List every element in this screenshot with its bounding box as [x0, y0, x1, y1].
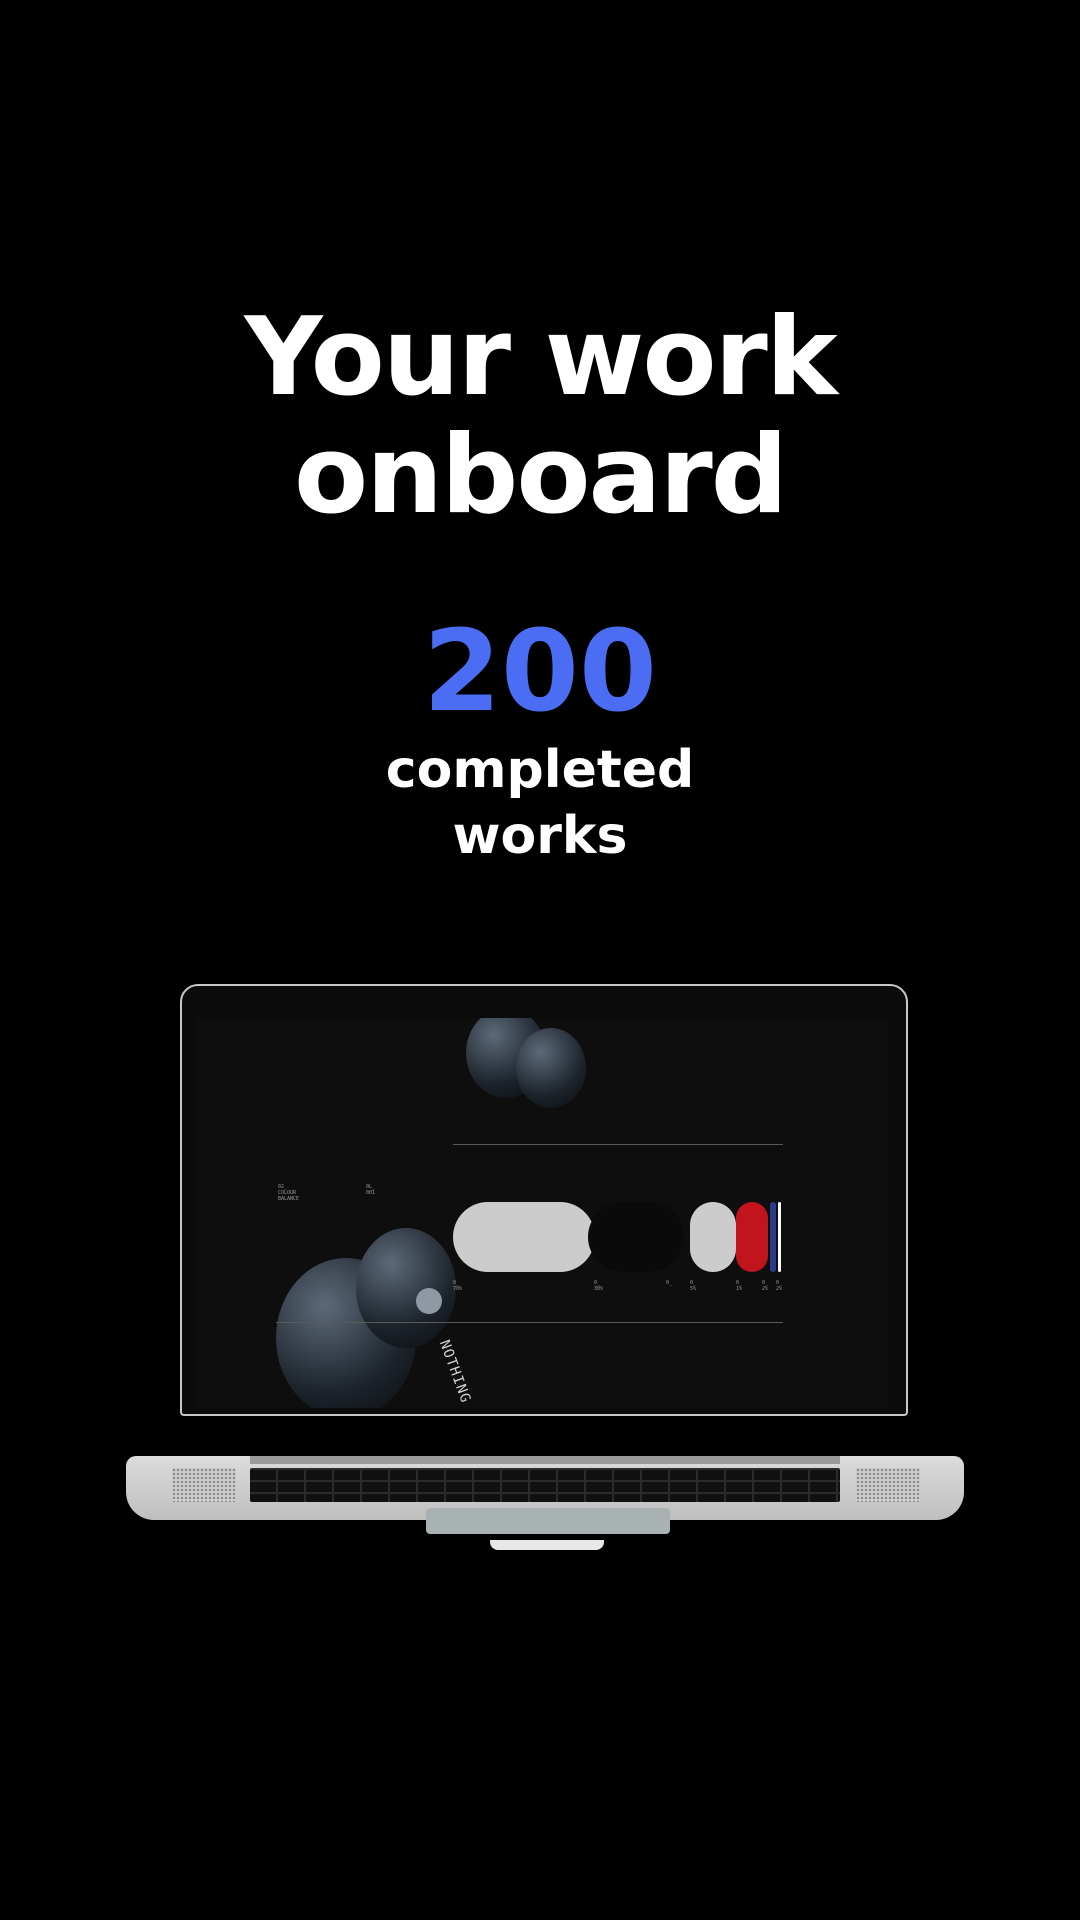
swatch-blue: [770, 1202, 776, 1272]
headline-line-2: onboard: [293, 413, 788, 538]
divider-top: [453, 1144, 783, 1145]
colour-balance-value: 0L_ 001: [366, 1184, 376, 1196]
laptop-screen: 02_ COLOUR BALANCE 0L_ 001 0_ 70% 0_ 30%…: [196, 1018, 888, 1408]
stat-number: 200: [423, 607, 657, 737]
laptop-keyboard: [250, 1468, 840, 1502]
pill-label-5: 0_ 1%: [736, 1280, 743, 1292]
headline-line-1: Your work: [244, 295, 837, 420]
colour-balance-label: 02_ COLOUR BALANCE: [278, 1184, 300, 1202]
pill-label-6: 0_ 2%: [762, 1280, 769, 1292]
earbud-image-bottom-2: [356, 1228, 456, 1348]
swatch-grey: [690, 1202, 736, 1272]
pill-label-7: 0_ 2%: [776, 1280, 783, 1292]
laptop-mockup: 02_ COLOUR BALANCE 0L_ 001 0_ 70% 0_ 30%…: [0, 960, 1080, 1680]
speaker-left: [172, 1468, 236, 1502]
stat-label-line-2: works: [452, 806, 628, 866]
laptop-front-notch: [490, 1540, 604, 1550]
laptop-hinge: [250, 1456, 840, 1464]
pill-label-3: 0_: [666, 1280, 673, 1286]
pill-label-1: 0_ 70%: [453, 1280, 463, 1292]
swatch-white: [778, 1202, 781, 1272]
earbud-stem: [416, 1288, 442, 1314]
stat-label-line-1: completed: [385, 740, 695, 800]
earbud-image-top-2: [516, 1028, 586, 1108]
product-brand-text: NOTHING ear: [435, 1338, 487, 1408]
swatch-light-grey: [453, 1202, 595, 1272]
laptop-trackpad: [426, 1508, 670, 1534]
divider-bottom: [276, 1322, 783, 1323]
swatch-red: [736, 1202, 768, 1272]
speaker-right: [856, 1468, 920, 1502]
pill-label-2: 0_ 30%: [594, 1280, 604, 1292]
swatch-black: [588, 1202, 684, 1272]
pill-label-4: 0_ 5%: [690, 1280, 697, 1292]
